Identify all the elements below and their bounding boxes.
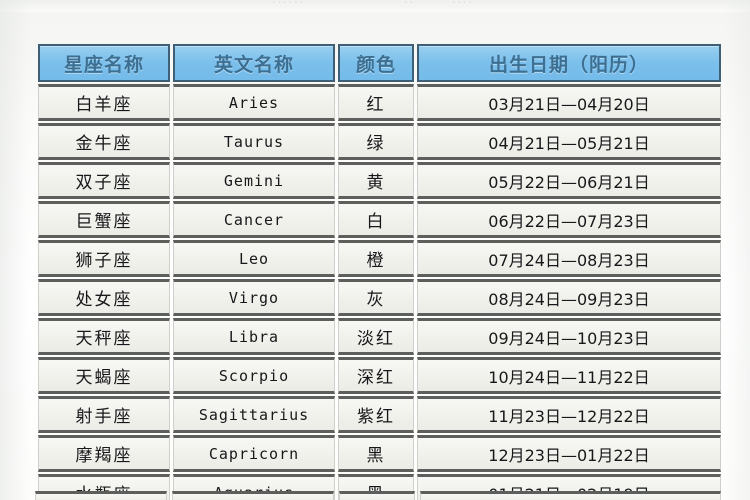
- cell-english-name: Cancer: [173, 201, 335, 238]
- table-row: 双子座 Gemini 黄 05月22日—06月21日: [38, 162, 721, 199]
- table-row: 射手座 Sagittarius 紫红 11月23日—12月22日: [38, 396, 721, 433]
- cell-birth-date: 11月23日—12月22日: [417, 396, 721, 433]
- cell-sign-name: 双子座: [38, 162, 170, 199]
- table-row: 摩羯座 Capricorn 黑 12月23日—01月22日: [38, 435, 721, 472]
- cell-color: 紫红: [338, 396, 414, 433]
- table-row: 处女座 Virgo 灰 08月24日—09月23日: [38, 279, 721, 316]
- table-row: 天秤座 Libra 淡红 09月24日—10月23日: [38, 318, 721, 355]
- table-header: 星座名称 英文名称 颜色 出生日期（阳历）: [38, 44, 721, 82]
- cell-sign-name: 天蝎座: [38, 357, 170, 394]
- cell-english-name: Sagittarius: [173, 396, 335, 433]
- cell-color: 绿: [338, 123, 414, 160]
- cell-sign-name: 白羊座: [38, 84, 170, 121]
- clipped-cell: [339, 491, 415, 500]
- zodiac-sign-table: 星座名称 英文名称 颜色 出生日期（阳历） 白羊座 Aries 红 03月21日—04…: [35, 42, 724, 500]
- cell-english-name: Virgo: [173, 279, 335, 316]
- cell-birth-date: 12月23日—01月22日: [417, 435, 721, 472]
- table-row: 天蝎座 Scorpio 深红 10月24日—11月22日: [38, 357, 721, 394]
- column-header-birth-date: 出生日期（阳历）: [417, 44, 721, 82]
- screenshot-canvas: ······ ·· ···· 星座名称 英文名称 颜色 出生日期（阳历） 白羊座…: [0, 0, 750, 500]
- column-header-english-name: 英文名称: [173, 44, 335, 82]
- table-row: 狮子座 Leo 橙 07月24日—08月23日: [38, 240, 721, 277]
- table-row: 白羊座 Aries 红 03月21日—04月20日: [38, 84, 721, 121]
- cell-color: 橙: [338, 240, 414, 277]
- clipped-row-top: ······ ·· ····: [0, 0, 750, 12]
- table-body: 白羊座 Aries 红 03月21日—04月20日 金牛座 Taurus 绿 04月21日—0…: [38, 84, 721, 500]
- cell-sign-name: 处女座: [38, 279, 170, 316]
- cell-color: 黑: [338, 435, 414, 472]
- cell-english-name: Leo: [173, 240, 335, 277]
- cell-sign-name: 金牛座: [38, 123, 170, 160]
- clipped-cell: [420, 491, 721, 500]
- cell-birth-date: 04月21日—05月21日: [417, 123, 721, 160]
- clipped-cell: [172, 491, 334, 500]
- clipped-row-bottom: [35, 491, 721, 500]
- column-header-sign-name: 星座名称: [38, 44, 170, 82]
- cell-birth-date: 03月21日—04月20日: [417, 84, 721, 121]
- cell-english-name: Taurus: [173, 123, 335, 160]
- cell-birth-date: 06月22日—07月23日: [417, 201, 721, 238]
- cell-birth-date: 09月24日—10月23日: [417, 318, 721, 355]
- cell-birth-date: 10月24日—11月22日: [417, 357, 721, 394]
- clipped-text-fragment: ······: [272, 0, 305, 9]
- cell-sign-name: 狮子座: [38, 240, 170, 277]
- cell-birth-date: 08月24日—09月23日: [417, 279, 721, 316]
- cell-color: 淡红: [338, 318, 414, 355]
- cell-birth-date: 07月24日—08月23日: [417, 240, 721, 277]
- clipped-text-fragment: ····: [452, 0, 474, 9]
- table-row: 巨蟹座 Cancer 白 06月22日—07月23日: [38, 201, 721, 238]
- cell-color: 黄: [338, 162, 414, 199]
- cell-birth-date: 05月22日—06月21日: [417, 162, 721, 199]
- cell-english-name: Scorpio: [173, 357, 335, 394]
- clipped-cell: [35, 491, 167, 500]
- cell-color: 红: [338, 84, 414, 121]
- cell-color: 深红: [338, 357, 414, 394]
- cell-sign-name: 天秤座: [38, 318, 170, 355]
- cell-english-name: Libra: [173, 318, 335, 355]
- cell-english-name: Aries: [173, 84, 335, 121]
- column-header-color: 颜色: [338, 44, 414, 82]
- clipped-text-fragment: ··: [404, 0, 415, 9]
- table-row: 金牛座 Taurus 绿 04月21日—05月21日: [38, 123, 721, 160]
- cell-english-name: Gemini: [173, 162, 335, 199]
- cell-sign-name: 巨蟹座: [38, 201, 170, 238]
- table-header-row: 星座名称 英文名称 颜色 出生日期（阳历）: [38, 44, 721, 82]
- cell-sign-name: 射手座: [38, 396, 170, 433]
- cell-color: 白: [338, 201, 414, 238]
- cell-sign-name: 摩羯座: [38, 435, 170, 472]
- cell-color: 灰: [338, 279, 414, 316]
- cell-english-name: Capricorn: [173, 435, 335, 472]
